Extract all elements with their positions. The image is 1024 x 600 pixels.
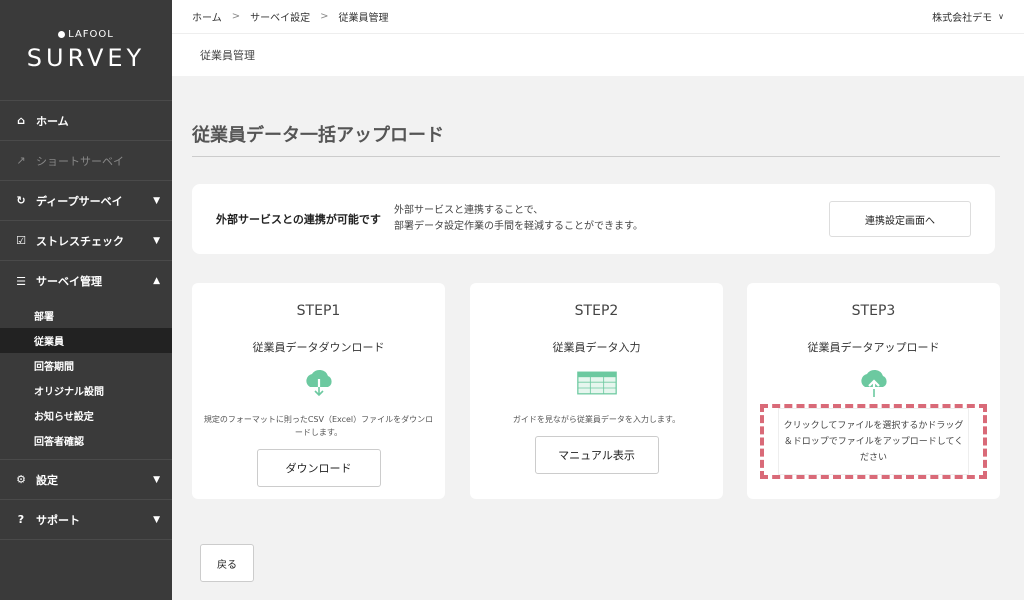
sidebar-subitem-employees[interactable]: 従業員	[0, 328, 172, 353]
sidebar-item-deep-survey[interactable]: ↻ ディープサーベイ ▼	[0, 181, 172, 221]
sidebar: LAFOOL SURVEY ⌂ ホーム ↗ ショートサーベイ ↻ ディープサーベ…	[0, 0, 172, 600]
page-title: 従業員データ一括アップロード	[192, 125, 444, 146]
integration-settings-button[interactable]: 連携設定画面へ	[829, 201, 971, 237]
top-bar: ホーム > サーベイ設定 > 従業員管理 株式会社デモ ∨	[172, 0, 1024, 34]
breadcrumb-survey-settings[interactable]: サーベイ設定	[250, 9, 310, 24]
integration-info-card: 外部サービスとの連携が可能です 外部サービスと連携することで、 部署データ設定作…	[192, 184, 995, 254]
step3-subtitle: 従業員データアップロード	[807, 341, 940, 354]
title-divider	[192, 156, 1000, 157]
checkbox-icon: ☑	[16, 234, 26, 247]
step1-title: STEP1	[296, 303, 341, 319]
sliders-icon: ☰	[16, 274, 26, 288]
breadcrumb-current: 従業員管理	[338, 13, 389, 24]
company-name: 株式会社デモ	[932, 13, 993, 24]
spreadsheet-icon	[576, 367, 617, 399]
step2-subtitle: 従業員データ入力	[552, 341, 641, 354]
chevron-down-icon: ▼	[153, 235, 160, 246]
sidebar-nav: ⌂ ホーム ↗ ショートサーベイ ↻ ディープサーベイ ▼ ☑ ストレスチェック…	[0, 100, 172, 540]
main-content: 従業員データ一括アップロード 外部サービスとの連携が可能です 外部サービスと連携…	[172, 76, 1024, 600]
logo[interactable]: LAFOOL SURVEY	[0, 0, 172, 100]
cloud-download-icon	[299, 367, 339, 399]
sidebar-item-short-survey[interactable]: ↗ ショートサーベイ	[0, 141, 172, 181]
chevron-down-icon: ▼	[153, 514, 160, 525]
sidebar-item-support[interactable]: ? サポート ▼	[0, 500, 172, 540]
sidebar-item-home[interactable]: ⌂ ホーム	[0, 101, 172, 141]
back-button[interactable]: 戻る	[200, 544, 254, 582]
sidebar-subitem-original-questions[interactable]: オリジナル設問	[0, 378, 172, 403]
gear-icon: ⚙	[16, 473, 26, 486]
breadcrumb-separator-icon: >	[320, 11, 329, 22]
step1-description: 規定のフォーマットに則ったCSV（Excel）ファイルをダウンロードします。	[203, 415, 434, 437]
trend-icon: ↗	[16, 154, 26, 167]
logo-main-text: SURVEY	[26, 43, 146, 72]
step3-title: STEP3	[851, 303, 896, 319]
step2-description: ガイドを見ながら従業員データを入力します。	[512, 415, 681, 424]
question-icon: ?	[17, 513, 25, 526]
download-button[interactable]: ダウンロード	[256, 449, 381, 487]
breadcrumb-home[interactable]: ホーム	[192, 9, 222, 24]
file-dropzone[interactable]: クリックしてファイルを選択するかドラッグ＆ドロップでファイルをアップロードしてく…	[760, 404, 987, 479]
sidebar-subitem-departments[interactable]: 部署	[0, 303, 172, 328]
sidebar-item-stress-check[interactable]: ☑ ストレスチェック ▼	[0, 221, 172, 261]
logo-dot-icon	[58, 30, 66, 38]
sidebar-subitem-respondents[interactable]: 回答者確認	[0, 428, 172, 453]
dropzone-text: クリックしてファイルを選択するかドラッグ＆ドロップでファイルをアップロードしてく…	[778, 408, 969, 475]
step2-title: STEP2	[574, 303, 619, 319]
sidebar-subitem-notices[interactable]: お知らせ設定	[0, 403, 172, 428]
integration-description: 外部サービスと連携することで、 部署データ設定作業の手間を軽減することができます…	[394, 205, 643, 232]
cloud-upload-icon	[854, 367, 894, 399]
step2-card: STEP2 従業員データ入力 ガイドを見ながら従業員データを入力します。 マニュ…	[470, 283, 723, 499]
manual-button[interactable]: マニュアル表示	[534, 436, 659, 474]
step1-card: STEP1 従業員データダウンロード 規定のフォーマットに則ったCSV（Exce…	[192, 283, 445, 499]
breadcrumb-separator-icon: >	[231, 11, 241, 22]
step1-subtitle: 従業員データダウンロード	[252, 341, 385, 354]
chevron-down-icon: ▼	[153, 195, 160, 206]
chevron-down-icon: ▼	[153, 474, 160, 485]
company-menu[interactable]: 株式会社デモ ∨	[932, 9, 1004, 24]
survey-mgmt-submenu: 部署 従業員 回答期間 オリジナル設問 お知らせ設定 回答者確認	[0, 301, 172, 460]
sidebar-subitem-answer-period[interactable]: 回答期間	[0, 353, 172, 378]
chevron-down-icon: ∨	[998, 12, 1004, 21]
integration-label: 外部サービスとの連携が可能です	[216, 213, 381, 226]
breadcrumb: ホーム > サーベイ設定 > 従業員管理	[192, 9, 932, 24]
logo-top-text: LAFOOL	[68, 28, 114, 40]
home-icon: ⌂	[17, 114, 25, 127]
chevron-up-icon: ▲	[153, 276, 160, 286]
sub-header: 従業員管理	[172, 34, 1024, 76]
refresh-icon: ↻	[16, 194, 26, 207]
sidebar-item-survey-mgmt[interactable]: ☰ サーベイ管理 ▲	[0, 261, 172, 301]
sidebar-item-settings[interactable]: ⚙ 設定 ▼	[0, 460, 172, 500]
step3-card: STEP3 従業員データアップロード クリックしてファイルを選択するかドラッグ＆…	[747, 283, 1000, 499]
